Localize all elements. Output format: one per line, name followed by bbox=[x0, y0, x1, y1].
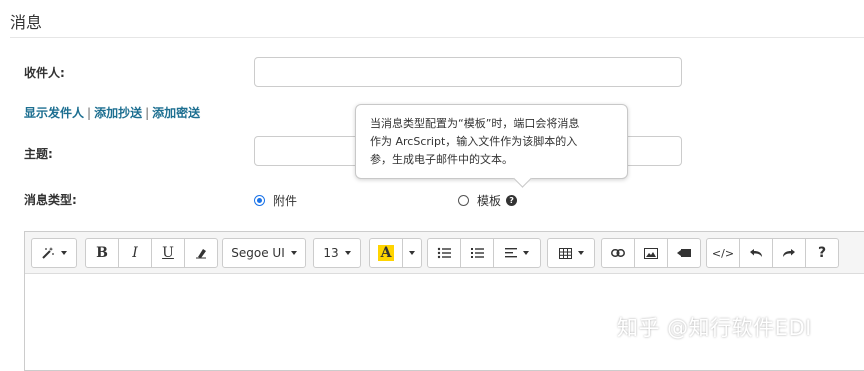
chevron-down-icon bbox=[523, 251, 529, 255]
tooltip-line: 作为 ArcScript，输入文件作为该脚本的入 bbox=[370, 135, 578, 148]
video-icon bbox=[677, 249, 691, 257]
eraser-icon bbox=[196, 249, 206, 259]
table-dropdown[interactable] bbox=[547, 238, 595, 268]
table-group bbox=[547, 238, 595, 268]
font-family-value: Segoe UI bbox=[231, 246, 285, 260]
font-size-value: 13 bbox=[323, 246, 339, 260]
link-separator: | bbox=[87, 106, 92, 120]
radio-template[interactable]: 模板 ? bbox=[458, 192, 518, 209]
font-style-group: B I U bbox=[85, 238, 218, 268]
numbered-list-icon bbox=[471, 248, 484, 258]
chevron-down-icon bbox=[344, 251, 351, 255]
undo-icon bbox=[750, 249, 762, 257]
chevron-down-icon bbox=[409, 251, 415, 255]
code-view-button[interactable]: </> bbox=[706, 238, 740, 268]
radio-attachment[interactable]: 附件 bbox=[254, 192, 297, 209]
align-dropdown[interactable] bbox=[493, 238, 541, 268]
highlight-color-icon: A bbox=[377, 245, 395, 261]
table-icon bbox=[558, 247, 572, 259]
clear-format-button[interactable] bbox=[184, 238, 218, 268]
chevron-down-icon bbox=[290, 251, 297, 255]
link-icon bbox=[611, 249, 625, 257]
show-sender-link[interactable]: 显示发件人 bbox=[24, 106, 84, 120]
bullet-list-icon bbox=[437, 247, 451, 259]
font-family-group: Segoe UI bbox=[222, 238, 306, 268]
link-separator: | bbox=[145, 106, 150, 120]
insert-image-button[interactable] bbox=[634, 238, 668, 268]
chevron-down-icon bbox=[61, 251, 67, 255]
section-divider bbox=[10, 37, 864, 38]
chevron-down-icon bbox=[577, 251, 584, 255]
insert-video-button[interactable] bbox=[667, 238, 701, 268]
font-size-dropdown[interactable]: 13 bbox=[313, 238, 361, 268]
insert-link-button[interactable] bbox=[601, 238, 635, 268]
help-button[interactable]: ? bbox=[805, 238, 839, 268]
text-color-button[interactable]: A bbox=[369, 238, 403, 268]
font-size-group: 13 bbox=[313, 238, 361, 268]
rich-text-editor[interactable]: B I U Segoe UI 13 A </> ? bbox=[24, 231, 864, 371]
section-title: 消息 bbox=[10, 13, 43, 32]
recipient-links: 显示发件人 | 添加抄送 | 添加密送 bbox=[24, 104, 200, 121]
tooltip-line: 参，生成电子邮件中的文本。 bbox=[370, 153, 513, 166]
font-family-dropdown[interactable]: Segoe UI bbox=[222, 238, 306, 268]
bold-button[interactable]: B bbox=[85, 238, 119, 268]
misc-group: </> ? bbox=[706, 238, 839, 268]
radio-template-label: 模板 bbox=[477, 194, 502, 208]
tooltip-line: 当消息类型配置为“模板”时，端口会将消息 bbox=[370, 117, 580, 130]
add-bcc-link[interactable]: 添加密送 bbox=[152, 106, 200, 120]
watermark-text: 知乎 @知行软件EDI bbox=[617, 316, 812, 340]
question-circle-icon[interactable]: ? bbox=[506, 195, 518, 206]
color-group: A bbox=[369, 238, 422, 268]
unordered-list-button[interactable] bbox=[427, 238, 461, 268]
recipient-input[interactable] bbox=[254, 57, 682, 87]
recipient-label: 收件人: bbox=[24, 66, 65, 80]
image-icon bbox=[644, 247, 658, 259]
message-type-label: 消息类型: bbox=[24, 193, 77, 207]
message-type-tooltip: 当消息类型配置为“模板”时，端口会将消息 作为 ArcScript，输入文件作为… bbox=[355, 104, 628, 188]
tooltip-arrow bbox=[513, 169, 532, 188]
radio-attachment-label: 附件 bbox=[273, 194, 298, 208]
italic-button[interactable]: I bbox=[118, 238, 152, 268]
editor-toolbar: B I U Segoe UI 13 A </> ? bbox=[25, 232, 864, 274]
undo-button[interactable] bbox=[739, 238, 773, 268]
align-left-icon bbox=[505, 248, 517, 258]
paragraph-group bbox=[427, 238, 541, 268]
ordered-list-button[interactable] bbox=[460, 238, 494, 268]
radio-unchecked-indicator[interactable] bbox=[458, 195, 469, 206]
subject-label: 主题: bbox=[24, 147, 53, 161]
redo-button[interactable] bbox=[772, 238, 806, 268]
text-color-dropdown[interactable] bbox=[402, 238, 422, 268]
add-cc-link[interactable]: 添加抄送 bbox=[94, 106, 142, 120]
underline-button[interactable]: U bbox=[151, 238, 185, 268]
redo-icon bbox=[783, 249, 795, 257]
style-group bbox=[31, 238, 77, 268]
magic-wand-icon bbox=[42, 247, 54, 259]
magic-wand-style-button[interactable] bbox=[31, 238, 77, 268]
radio-checked-indicator[interactable] bbox=[254, 195, 265, 206]
insert-group bbox=[601, 238, 701, 268]
